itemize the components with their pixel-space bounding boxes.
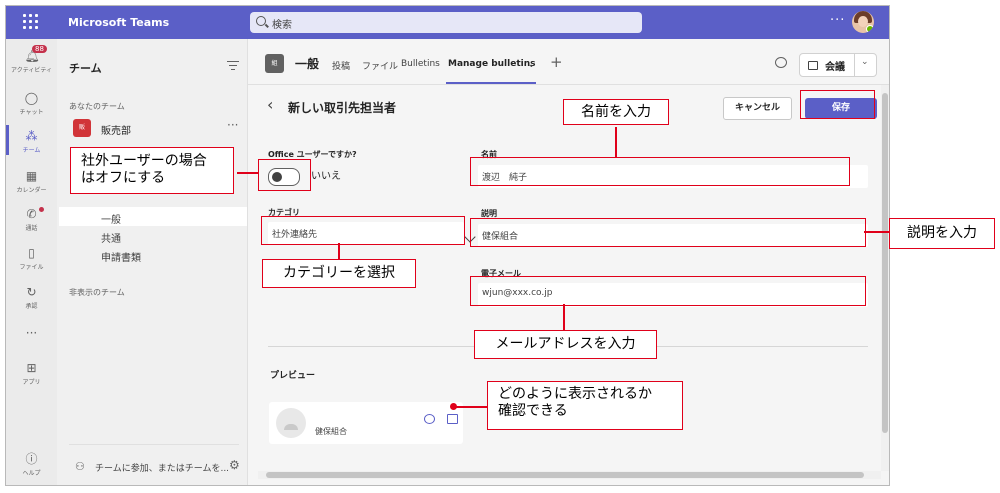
apps-icon: ⊞ (26, 361, 37, 375)
cancel-button[interactable]: キャンセル (723, 97, 792, 120)
callout-category: カテゴリーを選択 (262, 259, 416, 288)
channel-title: 一般 (295, 57, 320, 71)
add-tab-icon[interactable]: + (550, 53, 563, 71)
camera-icon (808, 61, 818, 70)
office-user-value: いいえ (311, 171, 341, 182)
phone-icon: ✆ (26, 207, 37, 221)
channel-general[interactable]: 一般 (101, 211, 121, 226)
rail-files[interactable]: ▯ ファイル (6, 246, 57, 271)
approvals-icon: ↻ (26, 285, 37, 299)
rail-apps[interactable]: ⊞ アプリ (6, 361, 57, 386)
search-input[interactable]: 検索 (250, 12, 642, 33)
email-highlight (470, 276, 866, 306)
active-tab-underline (446, 82, 536, 84)
file-icon: ▯ (28, 246, 35, 260)
section-your-teams: あなたのチーム (69, 102, 125, 111)
rail-calls[interactable]: ✆ 通話 (6, 207, 57, 232)
rail-approvals[interactable]: ↻ 承認 (6, 285, 57, 310)
tab-bulletins[interactable]: Bulletins (401, 59, 440, 69)
chevron-down-icon[interactable]: ⌄ (528, 60, 535, 69)
rail-activity[interactable]: 🔔︎ 88 アクティビティ (6, 45, 57, 74)
toggle-highlight (258, 159, 311, 191)
search-icon (256, 16, 266, 26)
avatar[interactable] (852, 11, 874, 33)
annotation-dot (450, 403, 457, 410)
horizontal-scrollbar[interactable] (258, 471, 881, 479)
app-rail: 🔔︎ 88 アクティビティ ◯ チャット ⁂ チーム ▦ カレンダー ✆ 通話 … (6, 39, 57, 485)
connector (453, 406, 487, 408)
chevron-down-icon[interactable]: ⌄ (861, 57, 869, 67)
tab-files[interactable]: ファイル (362, 59, 398, 72)
save-highlight (800, 90, 875, 119)
name-highlight (470, 157, 850, 186)
rail-chat[interactable]: ◯ チャット (6, 91, 57, 116)
team-avatar: 販 (73, 119, 91, 137)
top-bar: Microsoft Teams 検索 ··· (6, 6, 889, 39)
meet-button[interactable]: 会議 ⌄ (799, 53, 877, 77)
calendar-icon: ▦ (25, 169, 38, 183)
back-icon[interactable]: ‹ (267, 95, 273, 114)
preview-label: プレビュー (270, 371, 316, 381)
connector (615, 127, 617, 157)
connector (237, 172, 258, 174)
connector (864, 231, 890, 233)
channel-common[interactable]: 共通 (101, 230, 121, 245)
callout-preview: どのように表示されるか 確認できる (487, 381, 683, 430)
tab-posts[interactable]: 投稿 (332, 59, 350, 72)
chat-icon[interactable] (424, 414, 435, 424)
preview-description: 健保組合 (315, 427, 347, 436)
presence-icon (866, 25, 874, 33)
description-highlight (470, 218, 866, 247)
gear-icon[interactable]: ⚙ (229, 458, 240, 472)
team-more-icon[interactable]: ··· (227, 118, 238, 132)
teams-sidebar: チーム あなたのチーム 販 販売部 ··· 一般 共通 申請書類 非表示のチーム… (57, 39, 248, 485)
filter-icon[interactable] (227, 61, 239, 73)
channel-header: 組 一般 投稿 ファイル Bulletins Manage bulletins … (248, 39, 889, 85)
more-options-icon[interactable]: ··· (830, 13, 845, 28)
conversation-icon[interactable] (775, 57, 787, 68)
join-team-icon: ⚇ (75, 460, 85, 473)
connector (563, 304, 565, 331)
channel-applications[interactable]: 申請書類 (101, 249, 141, 264)
section-hidden-teams[interactable]: 非表示のチーム (69, 287, 125, 298)
join-team-link[interactable]: チームに参加、またはチームを... (95, 461, 229, 474)
search-placeholder: 検索 (272, 20, 292, 31)
chat-icon: ◯ (24, 91, 39, 105)
app-launcher-icon[interactable] (23, 14, 39, 30)
placeholder-avatar-icon (276, 408, 306, 438)
rail-help[interactable]: ⓘ ヘルプ (6, 452, 57, 477)
preview-card: 健保組合 (269, 402, 463, 444)
tab-manage-bulletins[interactable]: Manage bulletins (448, 59, 535, 69)
rail-more[interactable]: ··· (6, 326, 57, 340)
help-icon: ⓘ (25, 452, 38, 466)
more-icon: ··· (25, 326, 38, 340)
mail-icon[interactable] (447, 414, 458, 424)
activity-badge: 88 (32, 45, 47, 53)
callout-name: 名前を入力 (563, 99, 669, 125)
callout-description: 説明を入力 (889, 218, 995, 249)
vertical-scrollbar[interactable] (881, 85, 889, 471)
teams-icon: ⁂ (25, 129, 38, 143)
callout-email: メールアドレスを入力 (474, 330, 657, 359)
callout-external-user: 社外ユーザーの場合 はオフにする (70, 147, 234, 194)
divider (69, 444, 239, 445)
channel-team-icon: 組 (265, 54, 284, 73)
sidebar-title: チーム (69, 62, 102, 75)
app-title: Microsoft Teams (68, 16, 170, 29)
category-highlight (261, 216, 465, 245)
rail-calendar[interactable]: ▦ カレンダー (6, 169, 57, 194)
calls-notification-dot (39, 207, 44, 212)
team-name[interactable]: 販売部 (101, 122, 131, 137)
rail-teams[interactable]: ⁂ チーム (6, 129, 57, 154)
selected-channel-highlight (59, 207, 247, 226)
form-title: 新しい取引先担当者 (288, 101, 397, 115)
